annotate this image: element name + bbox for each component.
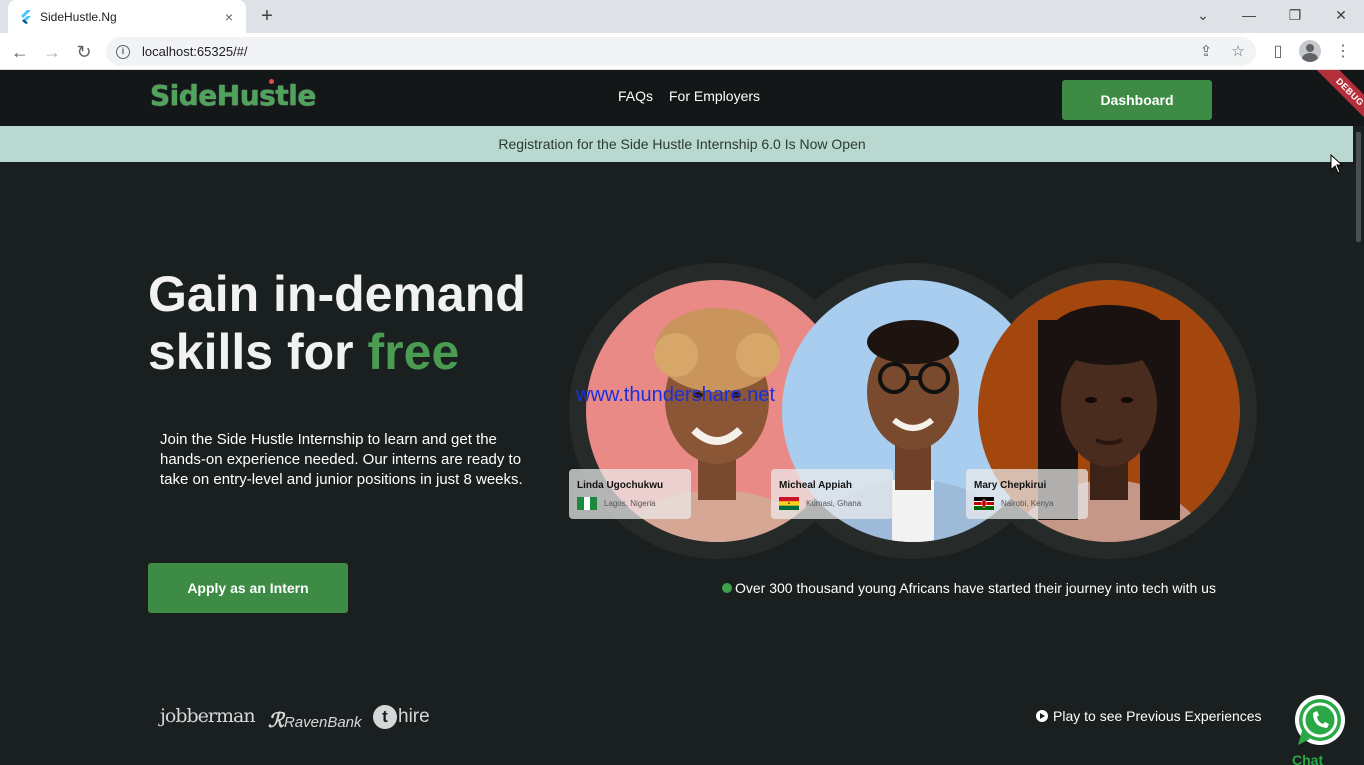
play-label[interactable]: Play to see Previous Experiences [1053,708,1262,724]
bookmark-star-icon[interactable]: ☆ [1226,37,1250,66]
browser-tab[interactable]: SideHustle.Ng × [8,0,246,33]
restore-icon[interactable]: ❐ [1283,4,1307,26]
person-location: Nairobi, Kenya [1001,499,1054,508]
hero-title-line1: Gain in-demand [148,266,526,322]
reload-icon[interactable]: ↻ [72,40,96,64]
site-info-icon[interactable]: i [116,44,130,59]
person-name: Linda Ugochukwu [577,480,664,491]
nigeria-flag-icon [577,497,597,510]
green-dot-icon [722,583,732,593]
person-card-linda: Linda Ugochukwu Lagos, Nigeria [569,469,691,519]
person-card-mary: Mary Chepkirui Nairobi, Kenya [966,469,1088,519]
person-location-row: Kumasi, Ghana [779,497,893,510]
page-scrollbar[interactable] [1353,126,1364,765]
browser-tab-bar: SideHustle.Ng × + ⌄ — ❐ ✕ [0,0,1364,33]
person-location: Kumasi, Ghana [806,499,862,508]
sidehustle-logo[interactable]: SideHustle [150,79,316,112]
tab-search-icon[interactable]: ⌄ [1191,4,1215,26]
new-tab-button[interactable]: + [256,6,278,28]
menu-kebab-icon[interactable]: ⋮ [1331,40,1355,64]
flutter-icon [21,9,31,24]
hero-description: Join the Side Hustle Internship to learn… [160,431,523,488]
minimize-icon[interactable]: — [1237,4,1261,26]
hero-title: Gain in-demand skills for free [148,265,526,381]
nav-faqs[interactable]: FAQs [618,88,653,104]
hero-title-accent: free [367,324,460,380]
person-name: Mary Chepkirui [974,480,1047,491]
profile-avatar-icon[interactable] [1299,40,1321,62]
person-location-row: Nairobi, Kenya [974,497,1088,510]
person-card-micheal: Micheal Appiah Kumasi, Ghana [771,469,893,519]
logo-accent-dot [269,79,274,84]
address-bar[interactable]: i localhost:65325/#/ ⇪ ☆ [106,37,1256,66]
play-previous-experiences[interactable]: Play to see Previous Experiences [1036,708,1262,724]
announcement-banner[interactable]: Registration for the Side Hustle Interns… [0,126,1364,162]
person-location-row: Lagos, Nigeria [577,497,691,510]
ravenbank-text: RavenBank [283,714,362,731]
tab-title: SideHustle.Ng [40,9,117,24]
debug-banner: DEBUG [1308,70,1364,134]
tab-close-icon[interactable]: × [220,8,238,26]
apply-as-intern-button[interactable]: Apply as an Intern [148,563,348,613]
partner-jobberman-logo: jobberman [160,705,256,727]
partner-ravenbank-logo: ℛRavenBank [268,708,362,733]
watermark-text: www.thundershare.net [576,384,776,406]
ravenbank-mark-icon: ℛ [268,710,284,732]
scrollbar-thumb[interactable] [1356,132,1361,242]
share-icon[interactable]: ⇪ [1194,37,1218,66]
stat-line: Over 300 thousand young Africans have st… [722,580,1216,596]
nav-for-employers[interactable]: For Employers [669,88,760,104]
person-location: Lagos, Nigeria [604,499,656,508]
thire-text: hire [398,706,430,727]
play-icon[interactable] [1036,710,1048,722]
stat-text: Over 300 thousand young Africans have st… [735,580,1216,596]
side-panel-icon[interactable]: ▯ [1266,40,1290,64]
back-icon[interactable]: ← [8,40,32,64]
forward-icon[interactable]: → [40,40,64,64]
mouse-cursor-icon [1330,154,1344,174]
thire-mark-icon: t [373,705,397,729]
kenya-flag-icon [974,497,994,510]
window-close-icon[interactable]: ✕ [1329,4,1353,26]
site-header: SideHustle FAQs For Employers Dashboard … [0,70,1364,134]
chat-label[interactable]: Chat [1292,752,1323,765]
dashboard-button[interactable]: Dashboard [1062,80,1212,120]
hero-title-line2: skills for [148,324,368,380]
person-name: Micheal Appiah [779,480,852,491]
ghana-flag-icon [779,497,799,510]
partner-thire-logo: t hire [373,705,430,729]
browser-toolbar: ← → ↻ i localhost:65325/#/ ⇪ ☆ ▯ ⋮ [0,33,1364,70]
page-content: SideHustle FAQs For Employers Dashboard … [0,70,1364,765]
url-text[interactable]: localhost:65325/#/ [142,44,248,59]
whatsapp-icon[interactable] [1292,693,1348,749]
